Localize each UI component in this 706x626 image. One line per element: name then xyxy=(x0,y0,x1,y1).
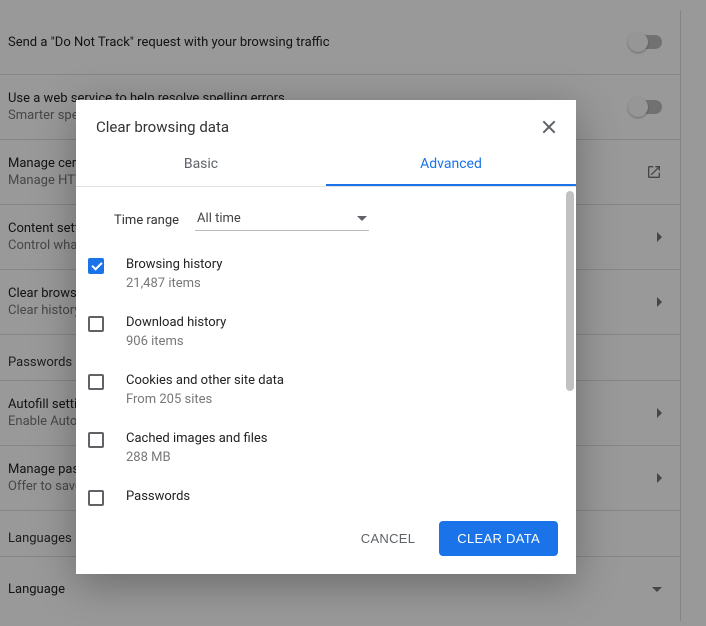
option-sublabel: 21,487 items xyxy=(126,276,222,291)
clear-browsing-data-dialog: Clear browsing data Basic Advanced Time … xyxy=(76,100,576,574)
option-label: Download history xyxy=(126,315,226,330)
scrollbar-thumb[interactable] xyxy=(566,191,574,391)
option-passwords[interactable]: Passwords 138 passwords (synced) xyxy=(114,489,556,506)
clear-data-button[interactable]: CLEAR DATA xyxy=(439,521,558,556)
clear-data-options: Browsing history 21,487 items Download h… xyxy=(114,257,556,506)
close-icon[interactable] xyxy=(542,120,556,134)
time-range-select[interactable]: All time xyxy=(195,209,369,231)
option-cache[interactable]: Cached images and files 288 MB xyxy=(114,431,556,465)
time-range-row: Time range All time xyxy=(114,209,556,231)
checkbox[interactable] xyxy=(88,374,104,390)
option-label: Passwords xyxy=(126,489,268,504)
dialog-scrollbar[interactable] xyxy=(564,189,576,506)
checkbox[interactable] xyxy=(88,316,104,332)
option-sublabel: 288 MB xyxy=(126,450,267,465)
option-download-history[interactable]: Download history 906 items xyxy=(114,315,556,349)
option-sublabel: From 205 sites xyxy=(126,392,284,407)
option-sublabel: 906 items xyxy=(126,334,226,349)
dialog-body: Time range All time Browsing history 21,… xyxy=(76,187,576,506)
cancel-button[interactable]: CANCEL xyxy=(351,523,426,554)
dialog-tabs: Basic Advanced xyxy=(76,144,576,187)
time-range-label: Time range xyxy=(114,213,179,228)
dialog-footer: CANCEL CLEAR DATA xyxy=(76,506,576,574)
option-label: Cookies and other site data xyxy=(126,373,284,388)
checkbox[interactable] xyxy=(88,432,104,448)
checkbox[interactable] xyxy=(88,490,104,506)
dialog-header: Clear browsing data xyxy=(76,100,576,144)
dialog-title: Clear browsing data xyxy=(96,118,229,136)
tab-basic[interactable]: Basic xyxy=(76,144,326,186)
option-label: Cached images and files xyxy=(126,431,267,446)
checkbox[interactable] xyxy=(88,258,104,274)
option-cookies[interactable]: Cookies and other site data From 205 sit… xyxy=(114,373,556,407)
dropdown-icon xyxy=(357,216,367,221)
tab-advanced[interactable]: Advanced xyxy=(326,144,576,186)
time-range-value: All time xyxy=(197,211,241,226)
option-browsing-history[interactable]: Browsing history 21,487 items xyxy=(114,257,556,291)
option-label: Browsing history xyxy=(126,257,222,272)
